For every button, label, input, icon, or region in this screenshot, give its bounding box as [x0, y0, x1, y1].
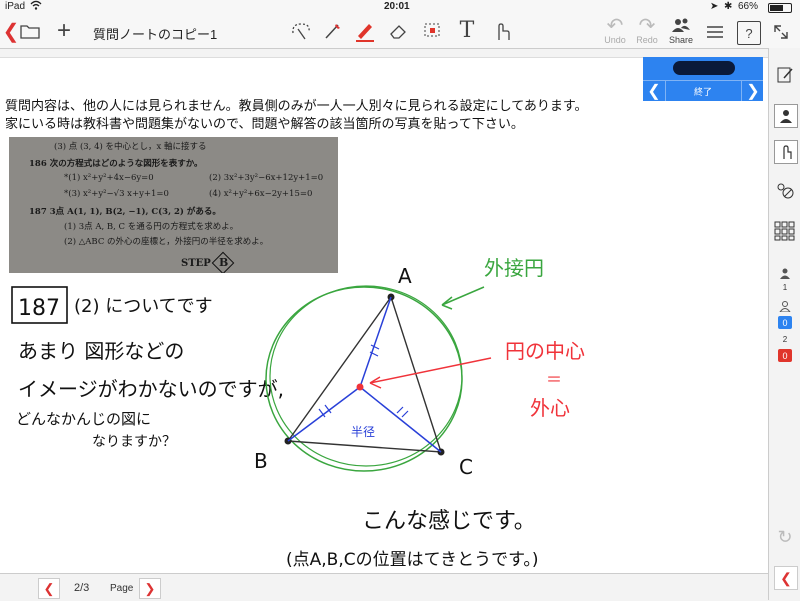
handwriting-line: あまり 図形などの [18, 339, 184, 363]
vertex-c-label: C [459, 455, 473, 479]
next-chevron-icon[interactable]: ❯ [741, 81, 764, 101]
page-navigation: ❮ 2/3 Page ❯ [0, 573, 768, 601]
user-icon [774, 266, 796, 280]
user-icon [774, 299, 796, 313]
page-number: 2/3 [74, 582, 90, 594]
sync-icon[interactable]: ↻ [774, 526, 796, 548]
panel-controls: ❮ 終了 ❯ [643, 80, 763, 101]
count-2: 2 [782, 335, 788, 344]
equals-label: ＝ [546, 370, 562, 389]
handwriting-line: (2) についてです [74, 296, 213, 317]
battery-icon [768, 3, 792, 13]
badge-red: 0 [778, 349, 792, 362]
end-button[interactable]: 終了 [665, 81, 741, 101]
vertex-a-label: A [398, 264, 412, 288]
handwriting-line: イメージがわかないのですが, [18, 377, 284, 401]
badge-blue: 0 [778, 316, 792, 329]
collapse-chevron-icon[interactable]: ❮ [774, 566, 798, 590]
outer-circle-arrow [441, 286, 485, 310]
count-1: 1 [782, 283, 788, 292]
expand-icon[interactable] [770, 21, 792, 43]
handwriting-line: なりますか？ [92, 434, 176, 450]
closing-text-1: こんな感じです。 [362, 509, 536, 534]
vertex-b-label: B [254, 449, 268, 473]
grid-view-icon[interactable] [774, 220, 796, 242]
prev-page-button[interactable]: ❮ [38, 578, 60, 599]
page-label: Page [110, 583, 134, 594]
note-edit-icon[interactable] [774, 64, 796, 86]
group-block-icon[interactable] [774, 180, 796, 202]
student-icon[interactable] [774, 104, 798, 128]
next-page-button[interactable]: ❯ [139, 578, 161, 599]
closing-text-2: (点A,B,Cの位置はてきとうです。) [286, 550, 539, 570]
hand-raise-icon[interactable] [774, 140, 798, 164]
center-arrow [369, 357, 492, 389]
circumcenter-label: 外心 [530, 396, 570, 420]
question-number: 187 [18, 296, 60, 321]
handwriting-line: どんなかんじの図に [16, 410, 151, 428]
outer-circle-label: 外接円 [484, 256, 544, 280]
right-sidebar: 1 0 2 0 ↻ ❮ [768, 48, 800, 600]
redacted-name [673, 61, 735, 75]
center-label: 円の中心 [505, 339, 585, 363]
circumcenter-point [356, 383, 364, 391]
review-panel: ❮ 終了 ❯ [643, 57, 763, 101]
prev-chevron-icon[interactable]: ❮ [643, 81, 666, 101]
radius-label: 半径 [351, 425, 375, 439]
tick-marks [396, 406, 409, 418]
tick-marks [318, 404, 332, 418]
